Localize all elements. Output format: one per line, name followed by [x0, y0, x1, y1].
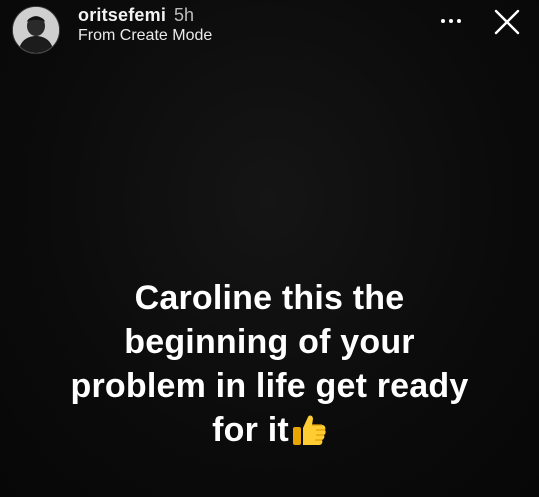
story-viewer[interactable]: oritsefemi 5h From Create Mode Caroline t… [0, 0, 539, 497]
close-icon [494, 9, 520, 35]
profile-photo-icon [13, 7, 59, 53]
story-source-label: From Create Mode [78, 27, 213, 44]
more-horizontal-icon [457, 19, 461, 23]
story-text-line: Caroline this the [134, 279, 405, 317]
story-text-line: problem in life get ready [70, 367, 469, 405]
story-text-line-last: for it [20, 408, 519, 458]
story-text-line: beginning of your [124, 323, 415, 361]
user-line: oritsefemi 5h [78, 4, 194, 26]
close-button[interactable] [491, 6, 523, 38]
timestamp: 5h [174, 5, 195, 25]
username[interactable]: oritsefemi [78, 5, 166, 25]
story-header: oritsefemi 5h From Create Mode [0, 0, 539, 70]
more-horizontal-icon [449, 19, 453, 23]
more-options-button[interactable] [434, 6, 468, 36]
more-horizontal-icon [441, 19, 445, 23]
avatar[interactable] [12, 6, 60, 54]
story-text: Caroline this the beginning of your prob… [20, 276, 519, 458]
story-text-line: for it [212, 411, 289, 449]
thumbs-up-icon [291, 413, 327, 458]
